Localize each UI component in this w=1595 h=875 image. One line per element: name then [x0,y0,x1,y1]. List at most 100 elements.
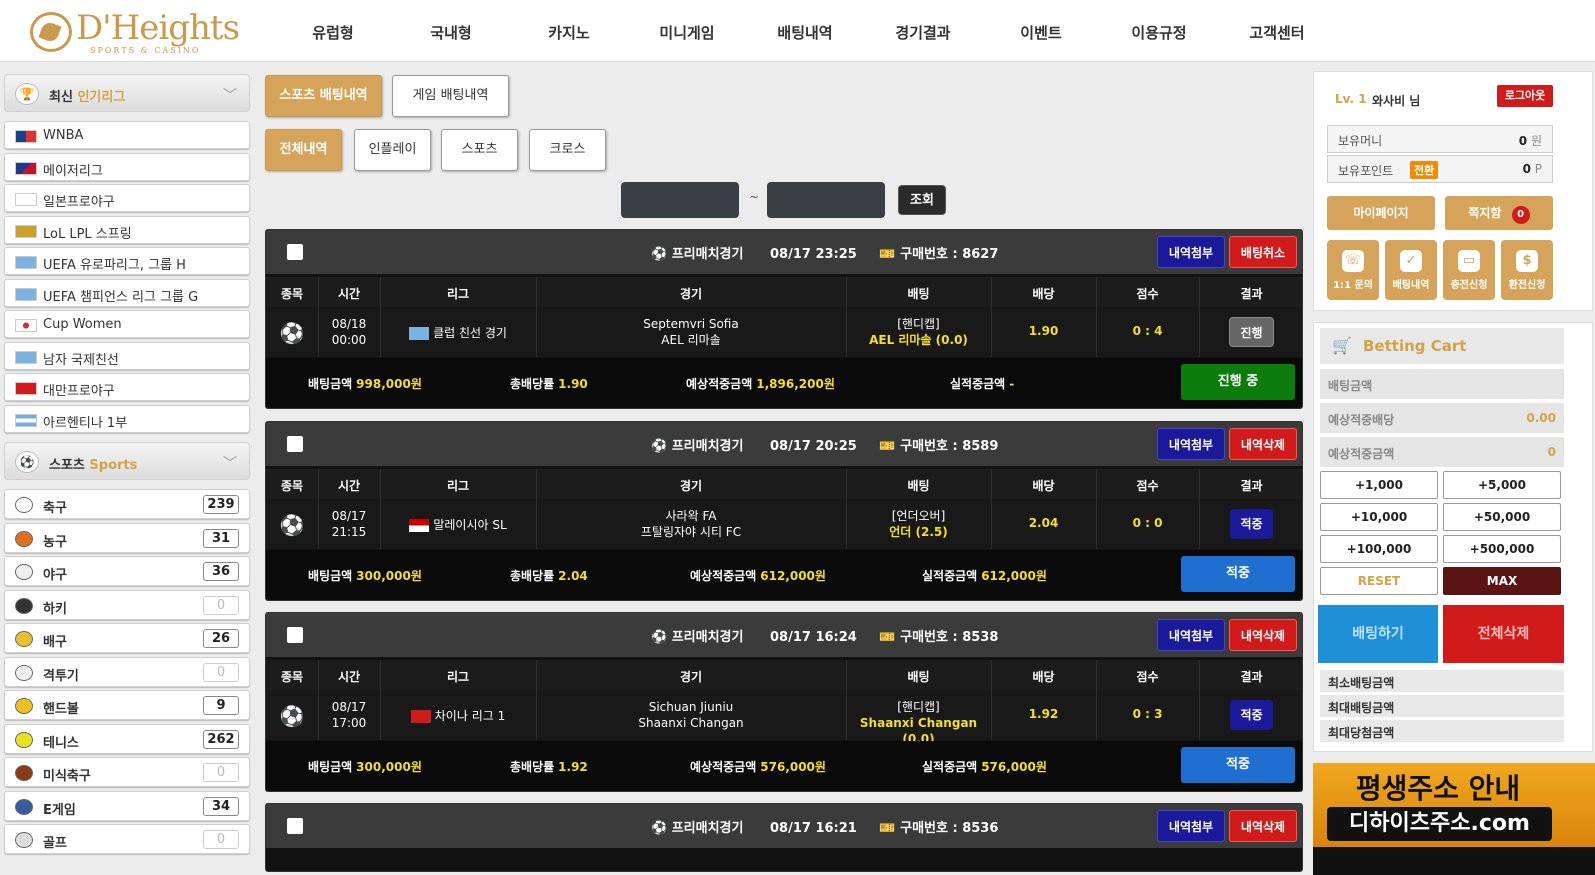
bet-history-button[interactable]: ✓ 배팅내역 [1385,240,1437,300]
bet-status-button[interactable]: 진행 중 [1181,364,1295,400]
filter-sports[interactable]: 스포츠 [441,129,518,171]
reset-button[interactable]: RESET [1320,567,1438,595]
deposit-button[interactable]: ▭ 충전신청 [1443,240,1495,300]
nav-bet-history[interactable]: 배팅내역 [750,20,860,46]
league-flag-icon [15,161,37,175]
delete-history-button[interactable]: 내역삭제 [1229,428,1297,460]
bet-card-header: ⚽ 프리매치경기 08/17 23:25 🎫 구매번호 : 8627 내역첨부 … [266,230,1302,274]
table-row: ⚽ 08/18 00:00 클럽 친선 경기 Septemvri Sofia AEL… [266,307,1302,357]
inquiry-button[interactable]: ☏ 1:1 문의 [1327,240,1379,300]
sport-item-2[interactable]: 야구 36 [4,556,250,586]
nav-casino[interactable]: 카지노 [514,20,624,46]
nav-rules[interactable]: 이용규정 [1104,20,1214,46]
league-item[interactable]: UEFA 유로파리그, 그룹 H [4,247,250,275]
clear-all-button[interactable]: 전체삭제 [1443,605,1564,663]
add-5000-button[interactable]: +5,000 [1443,471,1561,499]
ticket-icon: 🎫 [879,821,896,836]
sport-item-9[interactable]: E게임 34 [4,790,250,821]
result-badge: 적중 [1230,509,1273,539]
league-item[interactable]: 남자 국제친선 [4,341,250,370]
soccer-ball-icon: ⚽ [651,821,668,836]
league-item[interactable]: 메이저리그 [4,152,250,181]
attach-history-button[interactable]: 내역첨부 [1157,619,1225,651]
filter-cross[interactable]: 크로스 [529,129,606,171]
sport-item-7[interactable]: 테니스 262 [4,723,250,754]
league-item[interactable]: 대만프로야구 [4,373,250,401]
sports-ball-icon: ⚽ [15,451,39,473]
start-date-input[interactable] [621,182,739,218]
league-flag-icon [15,382,37,395]
league-item[interactable]: Cup Women [4,310,250,338]
filter-all[interactable]: 전체내역 [265,129,342,171]
league-flag-icon [15,130,37,143]
delete-history-button[interactable]: 내역삭제 [1229,619,1297,651]
cart-bet-amount-row[interactable]: 배팅금액 [1320,369,1564,399]
nav-results[interactable]: 경기결과 [868,20,978,46]
sport-item-5[interactable]: 격투기 0 [4,656,250,687]
tab-game-bets[interactable]: 게임 배팅내역 [392,75,509,117]
league-flag-icon [15,256,37,269]
bet-summary: 배팅금액 998,000원 총배당률 1.90 예상적중금액 1,896,200원 실… [266,358,1302,408]
nav-events[interactable]: 이벤트 [986,20,1096,46]
search-button[interactable]: 조회 [898,185,946,215]
end-date-input[interactable] [767,182,885,218]
add-100000-button[interactable]: +100,000 [1320,535,1438,563]
bet-card-header: ⚽ 프리매치경기 08/17 16:24 🎫 구매번호 : 8538 내역첨부 … [266,613,1302,657]
add-500000-button[interactable]: +500,000 [1443,535,1561,563]
logout-button[interactable]: 로그아웃 [1497,85,1553,107]
bet-select-checkbox[interactable] [287,818,303,834]
bet-select-checkbox[interactable] [287,244,303,260]
bet-select-checkbox[interactable] [287,436,303,452]
nav-support[interactable]: 고객센터 [1222,20,1332,46]
sport-count-badge: 31 [203,528,239,548]
league-item[interactable]: 일본프로야구 [4,184,250,212]
popular-league-header[interactable]: 🏆 최신 인기리그 ﹀ [4,74,250,112]
add-1000-button[interactable]: +1,000 [1320,471,1438,499]
ticket-icon: 🎫 [879,247,896,262]
cart-header: 🛒 Betting Cart [1320,328,1564,364]
league-item[interactable]: UEFA 챔피언스 리그 그룹 G [4,278,250,307]
withdraw-button[interactable]: $ 환전신청 [1501,240,1553,300]
sport-item-0[interactable]: 축구 239 [4,489,250,519]
tab-sports-bets[interactable]: 스포츠 배팅내역 [265,75,382,117]
league-item[interactable]: WNBA [4,121,250,149]
sports-header[interactable]: ⚽ 스포츠 Sports ﹀ [4,442,250,480]
table-row: ⚽ 08/17 17:00 차이나 리그 1 Sichuan Jiuniu Shaa… [266,690,1302,746]
max-win-row: 최대당첨금액 [1320,720,1564,742]
soccer-ball-icon: ⚽ [279,704,305,728]
place-bet-button[interactable]: 배팅하기 [1318,605,1438,663]
nav-european[interactable]: 유럽형 [278,20,388,46]
hockey-puck-icon [15,597,33,614]
site-logo[interactable]: D'Heights SPORTS & CASINO [30,8,260,55]
attach-history-button[interactable]: 내역첨부 [1157,428,1225,460]
league-item[interactable]: 아르헨티나 1부 [4,404,250,433]
add-50000-button[interactable]: +50,000 [1443,503,1561,531]
bet-table-header: 종목 시간 리그 경기 배팅 배당 점수 결과 [266,469,1302,499]
nav-domestic[interactable]: 국내형 [396,20,506,46]
delete-history-button[interactable]: 내역삭제 [1229,810,1297,842]
soccer-ball-icon: ⚽ [651,439,668,454]
sport-item-10[interactable]: 골프 0 [4,824,250,854]
bet-status-button[interactable]: 적중 [1181,747,1295,783]
attach-history-button[interactable]: 내역첨부 [1157,236,1225,268]
cancel-bet-button[interactable]: 배팅취소 [1229,236,1297,268]
bet-status-button[interactable]: 적중 [1181,556,1295,592]
address-banner[interactable]: 평생주소 안내 디하이츠주소.com [1313,763,1595,875]
nav-minigame[interactable]: 미니게임 [632,20,742,46]
attach-history-button[interactable]: 내역첨부 [1157,810,1225,842]
sport-item-4[interactable]: 배구 26 [4,623,250,653]
sport-item-8[interactable]: 미식축구 0 [4,757,250,787]
notes-button[interactable]: 쪽지함 0 [1445,196,1553,230]
user-level: Lv. 1 [1335,92,1367,106]
bet-select-checkbox[interactable] [287,627,303,643]
max-button[interactable]: MAX [1443,567,1561,595]
add-10000-button[interactable]: +10,000 [1320,503,1438,531]
sport-item-6[interactable]: 핸드볼 9 [4,690,250,720]
point-convert-button[interactable]: 전환 [1410,161,1439,179]
filter-inplay[interactable]: 인플레이 [354,129,431,171]
mypage-button[interactable]: 마이페이지 [1327,196,1435,230]
sport-item-3[interactable]: 하키 0 [4,589,250,620]
league-item[interactable]: LoL LPL 스프링 [4,215,250,244]
league-flag-icon [15,193,37,206]
sport-item-1[interactable]: 농구 31 [4,522,250,553]
